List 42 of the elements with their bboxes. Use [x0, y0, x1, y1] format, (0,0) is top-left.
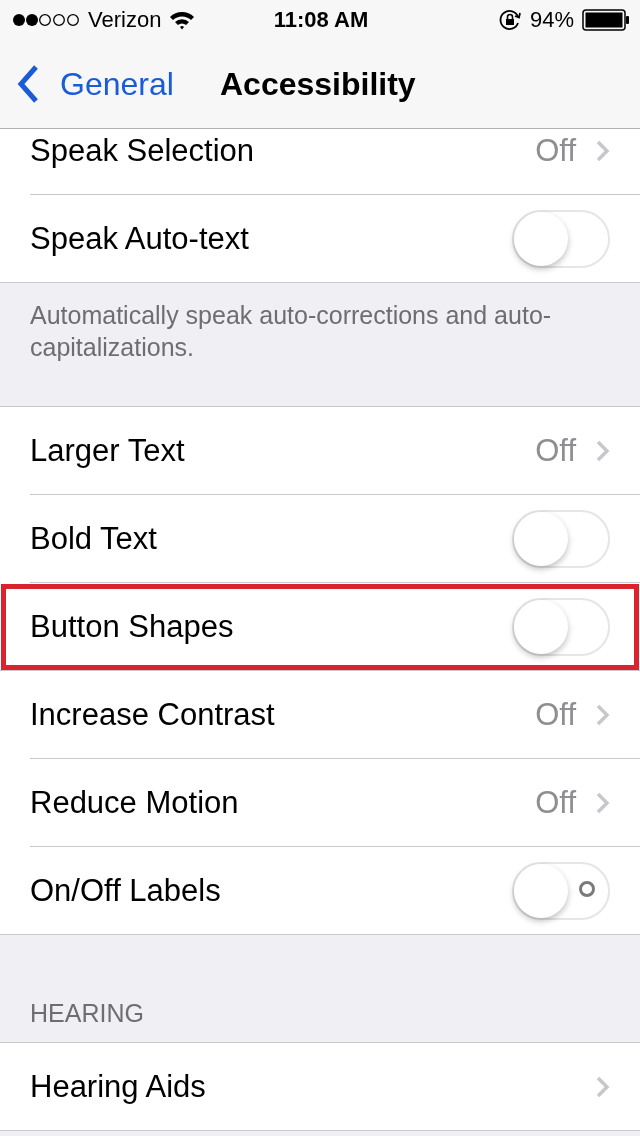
settings-row[interactable]: Button Shapes	[0, 583, 640, 671]
clock-time: 11:08 AM	[273, 7, 369, 33]
chevron-left-icon	[16, 64, 40, 104]
row-label: Button Shapes	[30, 608, 235, 645]
wifi-icon	[169, 10, 196, 30]
row-label: Speak Auto-text	[30, 220, 250, 257]
toggle-switch[interactable]	[512, 597, 610, 656]
toggle-switch[interactable]	[512, 861, 610, 920]
row-value: Off	[535, 132, 576, 169]
toggle-switch[interactable]	[512, 509, 610, 568]
settings-row[interactable]: Reduce Motion Off	[30, 759, 640, 847]
row-value: Off	[535, 432, 576, 469]
row-label: On/Off Labels	[30, 872, 222, 909]
rotation-lock-icon	[497, 8, 522, 32]
row-value: Off	[535, 696, 576, 733]
toggle-switch[interactable]	[512, 209, 610, 268]
signal-icon	[12, 13, 80, 27]
battery-percent: 94%	[529, 7, 574, 33]
chevron-right-icon	[596, 139, 610, 162]
settings-row[interactable]: Speak Selection Off	[30, 129, 640, 195]
row-label: Hearing Aids	[30, 1068, 207, 1105]
carrier-name: Verizon	[88, 7, 162, 33]
settings-row[interactable]: On/Off Labels	[30, 847, 640, 934]
settings-row[interactable]: Speak Auto-text	[30, 195, 640, 282]
row-label: Increase Contrast	[30, 696, 276, 733]
row-label: Reduce Motion	[30, 784, 240, 821]
row-label: Larger Text	[30, 432, 186, 469]
chevron-right-icon	[596, 1075, 610, 1098]
section-header: HEARING	[29, 998, 145, 1029]
page-title: Accessibility	[220, 65, 416, 103]
chevron-right-icon	[596, 439, 610, 462]
settings-row[interactable]: Bold Text	[30, 495, 640, 583]
row-label: Speak Selection	[30, 132, 256, 169]
section-footer: Automatically speak auto-corrections and auto-capitalizations.	[0, 283, 640, 406]
back-button[interactable]: General	[0, 64, 220, 104]
battery-icon	[582, 9, 630, 31]
chevron-right-icon	[596, 791, 610, 814]
settings-row[interactable]: Increase Contrast Off	[30, 671, 640, 759]
row-label: Bold Text	[30, 520, 158, 557]
settings-row[interactable]: Larger Text Off	[30, 407, 640, 495]
row-value: Off	[535, 784, 576, 821]
chevron-right-icon	[596, 703, 610, 726]
